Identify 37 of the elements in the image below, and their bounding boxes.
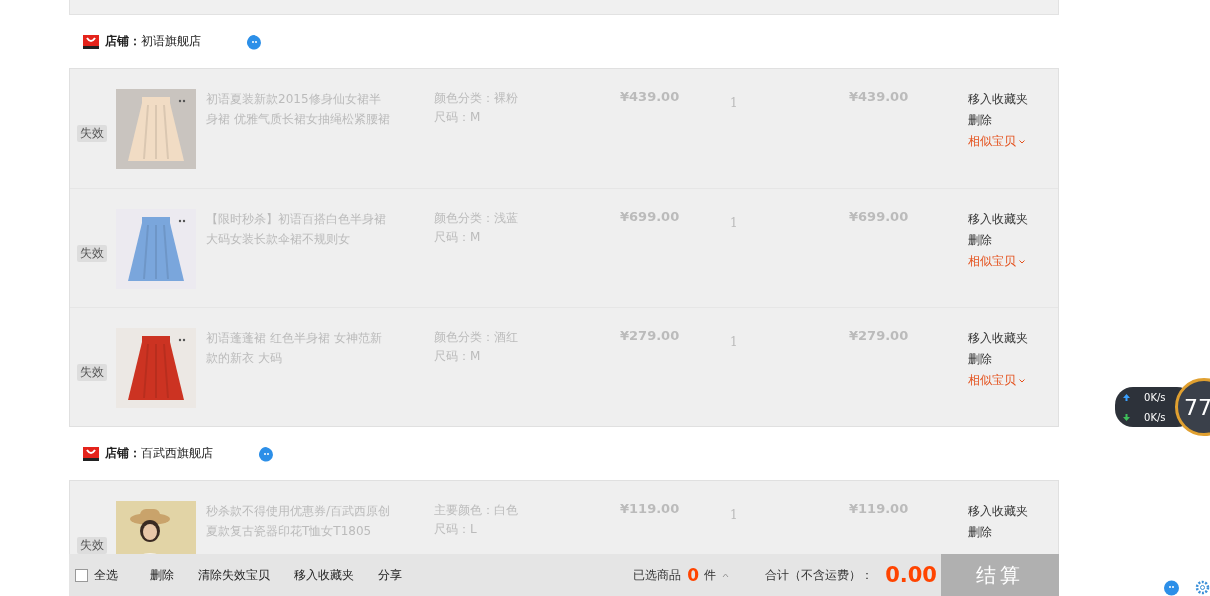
item-action-link[interactable]: 移入收藏夹 — [968, 209, 1028, 230]
chat-icon[interactable] — [1163, 580, 1180, 596]
store-name[interactable]: 店铺：百武西旗舰店 — [105, 445, 213, 462]
footer-action-link[interactable]: 删除 — [150, 566, 174, 584]
invalid-badge: 失效 — [77, 245, 107, 262]
selected-unit: 件 — [704, 566, 717, 584]
selected-label: 已选商品 — [633, 566, 682, 584]
item-action-link[interactable]: 删除 — [968, 522, 992, 543]
item-action-link[interactable]: 删除 — [968, 230, 992, 251]
selected-count: 0 — [687, 565, 700, 585]
chat-icon[interactable] — [245, 33, 262, 50]
shop-icon — [83, 446, 99, 461]
invalid-badge: 失效 — [77, 537, 107, 554]
expand-icon[interactable] — [722, 572, 730, 578]
item-action-link[interactable]: 移入收藏夹 — [968, 89, 1028, 110]
item-action-link[interactable]: 移入收藏夹 — [968, 328, 1028, 349]
settings-icon[interactable] — [1195, 580, 1210, 595]
caret-icon — [1019, 139, 1025, 144]
upload-arrow-icon — [1123, 393, 1130, 401]
footer-action-link[interactable]: 移入收藏夹 — [294, 566, 354, 584]
total-label: 合计（不含运费）： — [765, 566, 874, 584]
chat-icon[interactable] — [257, 445, 274, 462]
select-all-checkbox[interactable] — [75, 568, 88, 582]
item-action-link[interactable]: 删除 — [968, 349, 992, 370]
caret-icon — [1019, 259, 1025, 264]
footer-action-link[interactable]: 分享 — [378, 566, 402, 584]
item-action-link[interactable]: 删除 — [968, 110, 992, 131]
select-all-label[interactable]: 全选 — [94, 566, 118, 584]
item-action-link[interactable]: 移入收藏夹 — [968, 501, 1028, 522]
download-arrow-icon — [1123, 413, 1130, 421]
store-name[interactable]: 店铺：初语旗舰店 — [105, 33, 201, 50]
total-amount: 0.00 — [885, 563, 937, 587]
footer-action-link[interactable]: 清除失效宝贝 — [198, 566, 270, 584]
caret-icon — [1019, 378, 1025, 383]
invalid-badge: 失效 — [77, 364, 107, 381]
shop-icon — [83, 34, 99, 49]
invalid-badge: 失效 — [77, 125, 107, 142]
